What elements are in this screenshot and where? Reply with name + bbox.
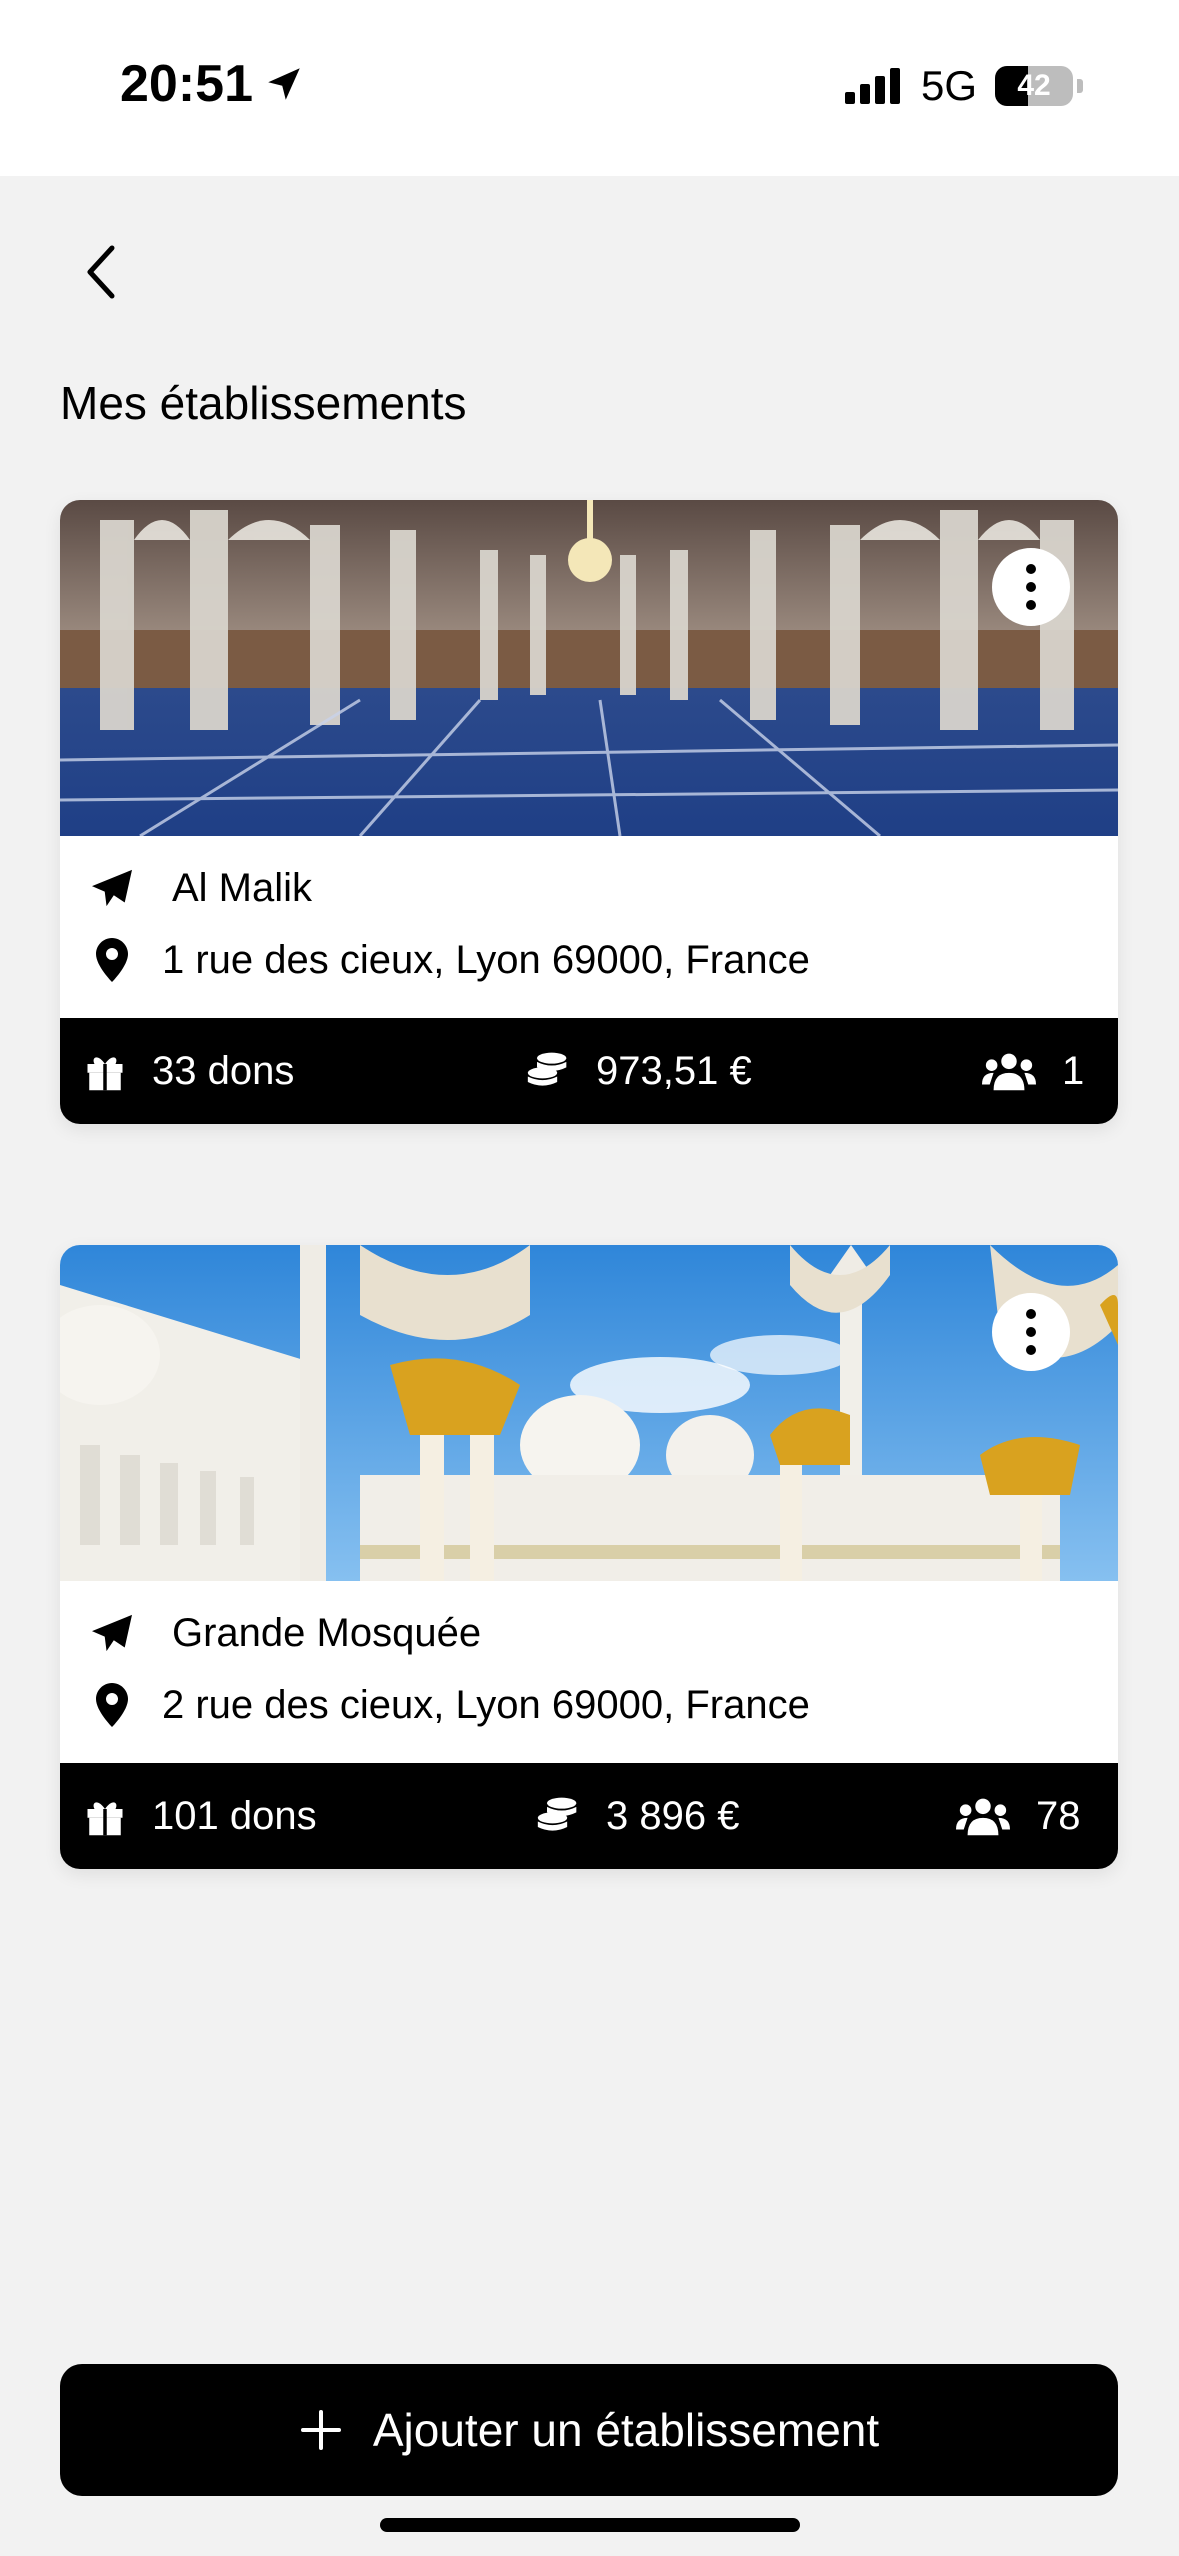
address-row: 2 rue des cieux, Lyon 69000, France <box>82 1679 810 1731</box>
status-indicators: 5G 42 <box>844 62 1083 110</box>
establishment-card[interactable]: Grande Mosquée 2 rue des cieux, Lyon 690… <box>60 1245 1118 1869</box>
users-icon <box>982 1051 1036 1091</box>
back-button[interactable] <box>60 232 140 312</box>
more-options-button[interactable] <box>992 1293 1070 1371</box>
battery-level: 42 <box>1017 69 1051 102</box>
signal-icon <box>844 68 900 104</box>
coins-icon <box>536 1795 580 1837</box>
establishment-address: 1 rue des cieux, Lyon 69000, France <box>162 937 810 982</box>
members-count: 1 <box>1062 1048 1085 1093</box>
gift-icon <box>84 1795 126 1837</box>
add-establishment-button[interactable]: Ajouter un établissement <box>60 2364 1118 2496</box>
address-row: 1 rue des cieux, Lyon 69000, France <box>82 934 810 986</box>
stats-bar: 33 dons 973,51 € 1 <box>60 1018 1118 1124</box>
coins-icon <box>526 1050 570 1092</box>
gift-icon <box>84 1050 126 1092</box>
donations-count: 33 dons <box>152 1048 295 1093</box>
paper-plane-icon <box>82 1607 142 1659</box>
more-vertical-icon <box>1026 564 1036 610</box>
map-pin-icon <box>82 934 142 986</box>
status-bar: 20:51 5G 42 <box>0 0 1179 176</box>
members-count: 78 <box>1036 1793 1081 1838</box>
status-time: 20:51 <box>120 54 305 114</box>
establishment-name: Al Malik <box>172 865 313 910</box>
users-icon <box>956 1796 1010 1836</box>
add-establishment-label: Ajouter un établissement <box>372 2404 880 2456</box>
chevron-left-icon <box>87 245 115 299</box>
location-arrow-icon <box>268 68 300 100</box>
donations-count: 101 dons <box>152 1793 317 1838</box>
establishment-name: Grande Mosquée <box>172 1610 482 1655</box>
donations-stat: 33 dons <box>84 1018 294 1124</box>
battery-cap <box>1077 79 1083 93</box>
network-label: 5G <box>920 62 977 109</box>
members-stat: 1 <box>982 1018 1084 1124</box>
establishment-info: Al Malik 1 rue des cieux, Lyon 69000, Fr… <box>60 836 1118 1018</box>
more-options-button[interactable] <box>992 548 1070 626</box>
map-pin-icon <box>82 1679 142 1731</box>
status-time-text: 20:51 <box>120 55 253 113</box>
mosque-exterior-photo <box>60 1245 1118 1581</box>
paper-plane-icon <box>82 862 142 914</box>
plus-icon <box>300 2410 341 2450</box>
amount-total: 973,51 € <box>596 1048 752 1093</box>
establishment-info: Grande Mosquée 2 rue des cieux, Lyon 690… <box>60 1581 1118 1763</box>
stats-bar: 101 dons 3 896 € 78 <box>60 1763 1118 1869</box>
name-row: Al Malik <box>82 862 312 914</box>
establishment-card[interactable]: Al Malik 1 rue des cieux, Lyon 69000, Fr… <box>60 500 1118 1124</box>
battery-icon: 42 <box>995 66 1073 106</box>
more-vertical-icon <box>1026 1309 1036 1355</box>
mosque-interior-photo <box>60 500 1118 836</box>
amount-total: 3 896 € <box>606 1793 740 1838</box>
page-title: Mes établissements <box>60 377 467 429</box>
members-stat: 78 <box>956 1763 1081 1869</box>
donations-stat: 101 dons <box>84 1763 317 1869</box>
home-indicator <box>380 2518 800 2532</box>
establishment-address: 2 rue des cieux, Lyon 69000, France <box>162 1682 810 1727</box>
amount-stat: 973,51 € <box>526 1018 752 1124</box>
name-row: Grande Mosquée <box>82 1607 481 1659</box>
amount-stat: 3 896 € <box>536 1763 739 1869</box>
